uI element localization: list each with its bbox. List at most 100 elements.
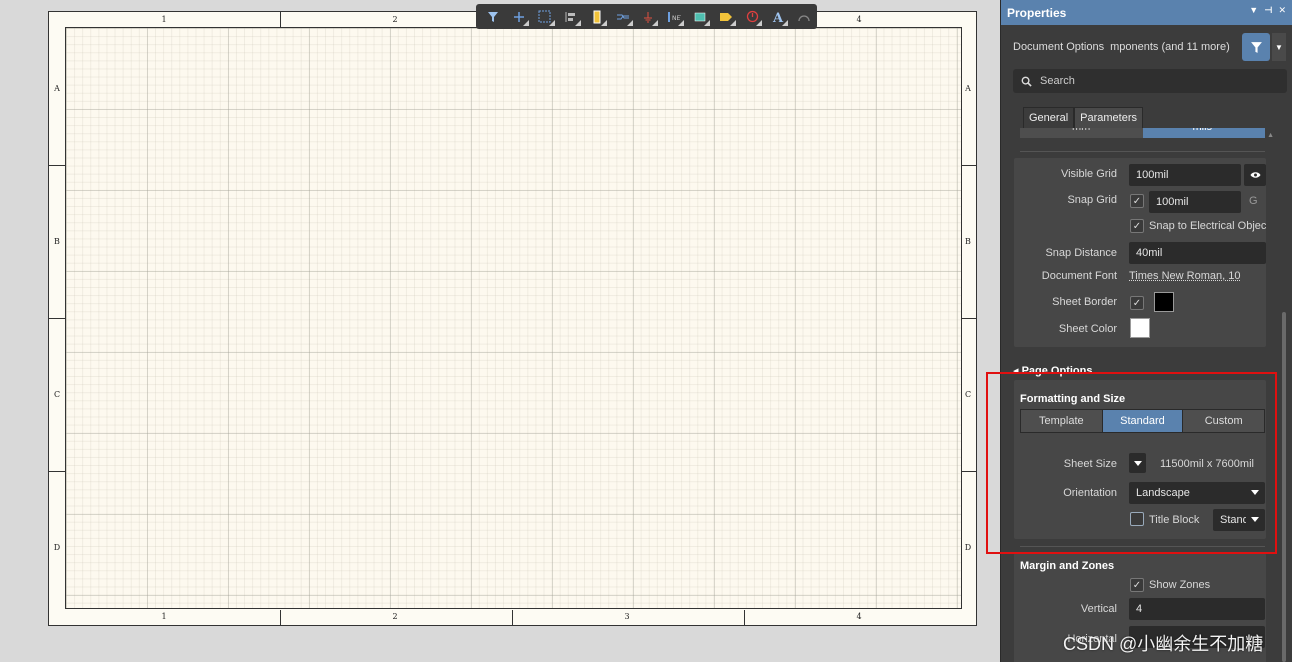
zone-divider xyxy=(49,318,65,319)
zone-label-top-1: 1 xyxy=(161,15,167,24)
search-input[interactable]: Search xyxy=(1013,69,1287,93)
align-icon[interactable] xyxy=(558,4,584,29)
visible-grid-label: Visible Grid xyxy=(1060,168,1117,180)
search-placeholder: Search xyxy=(1040,75,1075,87)
zone-divider xyxy=(512,610,513,625)
show-zones-label: Show Zones xyxy=(1149,579,1211,591)
active-toolbar: NET A xyxy=(476,4,817,29)
sheet-color-label: Sheet Color xyxy=(1058,323,1117,335)
vertical-zones-value: 4 xyxy=(1136,603,1143,615)
no-erc-icon[interactable] xyxy=(739,4,765,29)
vertical-zones-field[interactable]: 4 xyxy=(1129,598,1265,620)
general-tab-content: mm mils Visible Grid 100mil Snap Grid ✓ … xyxy=(1013,128,1269,662)
zone-divider xyxy=(961,471,977,472)
text-icon[interactable]: A xyxy=(765,4,791,29)
units-mils-label: mils xyxy=(1193,128,1213,133)
select-rect-icon[interactable] xyxy=(532,4,558,29)
sheet-size-dropdown[interactable] xyxy=(1129,453,1146,473)
tab-parameters[interactable]: Parameters xyxy=(1074,107,1143,129)
part-icon[interactable] xyxy=(584,4,610,29)
document-font-link[interactable]: Times New Roman, 10 xyxy=(1129,270,1240,282)
format-template-option[interactable]: Template xyxy=(1021,410,1103,432)
orientation-value: Landscape xyxy=(1136,487,1190,499)
snap-electrical-label: Snap to Electrical Object xyxy=(1149,220,1266,232)
format-mode-toggle[interactable]: Template Standard Custom xyxy=(1020,409,1265,433)
snap-grid-label: Snap Grid xyxy=(1067,194,1117,206)
zone-divider xyxy=(280,610,281,625)
arc-icon[interactable] xyxy=(791,4,817,29)
cross-probe-icon[interactable] xyxy=(506,4,532,29)
divider xyxy=(1020,151,1265,152)
panel-title: Properties xyxy=(1007,5,1067,20)
zone-divider xyxy=(49,165,65,166)
snap-electrical-checkbox[interactable]: ✓ xyxy=(1130,219,1144,233)
components-more-label: mponents (and 11 more) xyxy=(1110,41,1230,53)
panel-menu-icon[interactable]: ▼ xyxy=(1249,5,1258,16)
chevron-down-icon xyxy=(1251,517,1259,522)
net-label-icon[interactable] xyxy=(687,4,713,29)
visibility-toggle-button[interactable] xyxy=(1244,164,1266,186)
svg-text:NET: NET xyxy=(672,15,681,22)
zone-label-bottom-3: 3 xyxy=(624,612,630,621)
sheet-border-label: Sheet Border xyxy=(1052,296,1117,308)
visible-grid-field[interactable]: 100mil xyxy=(1129,164,1241,186)
zone-divider xyxy=(961,318,977,319)
snap-grid-field[interactable]: 100mil xyxy=(1149,191,1241,213)
sheet-drawing-area[interactable] xyxy=(65,27,962,609)
show-zones-checkbox[interactable]: ✓ xyxy=(1130,578,1144,592)
units-mm-label: mm xyxy=(1072,128,1090,133)
snap-grid-checkbox[interactable]: ✓ xyxy=(1130,194,1144,208)
zone-label-bottom-4: 4 xyxy=(856,612,862,621)
title-block-label: Title Block xyxy=(1149,514,1200,526)
zone-divider xyxy=(49,471,65,472)
sheet-border-checkbox[interactable]: ✓ xyxy=(1130,296,1144,310)
sheet-size-label: Sheet Size xyxy=(1063,458,1117,470)
pin-icon[interactable]: ⊣ xyxy=(1264,5,1272,16)
units-mils-option[interactable]: mils xyxy=(1142,128,1265,138)
snap-grid-value: 100mil xyxy=(1156,196,1189,208)
filter-button[interactable] xyxy=(1242,33,1270,61)
zone-label-right-a: A xyxy=(965,84,971,93)
snap-distance-field[interactable]: 40mil xyxy=(1129,242,1266,264)
ground-icon[interactable] xyxy=(636,4,662,29)
title-block-checkbox[interactable] xyxy=(1130,512,1144,526)
visible-grid-value: 100mil xyxy=(1136,169,1169,181)
zone-divider xyxy=(280,12,281,27)
chevron-down-icon xyxy=(1134,461,1142,466)
port-icon[interactable] xyxy=(713,4,739,29)
page-options-header[interactable]: ◂ Page Options xyxy=(1013,364,1092,377)
divider xyxy=(1020,546,1265,547)
orientation-select[interactable]: Landscape xyxy=(1129,482,1265,504)
close-icon[interactable]: ✕ xyxy=(1278,5,1286,16)
sheet-border-color-swatch[interactable] xyxy=(1154,292,1174,312)
units-mm-option[interactable]: mm xyxy=(1020,128,1143,138)
schematic-sheet[interactable]: 1 2 3 4 1 2 3 4 A B C D A B C D xyxy=(48,11,977,626)
panel-scrollbar[interactable] xyxy=(1282,312,1286,662)
bus-icon[interactable]: NET xyxy=(661,4,687,29)
format-standard-option[interactable]: Standard xyxy=(1102,410,1184,432)
units-toggle[interactable]: mm mils xyxy=(1020,128,1265,138)
zone-label-top-2: 2 xyxy=(392,15,398,24)
eye-icon xyxy=(1249,172,1261,178)
filter-dropdown-button[interactable]: ▼ xyxy=(1272,33,1286,61)
tab-general[interactable]: General xyxy=(1023,107,1075,129)
sheet-color-swatch[interactable] xyxy=(1130,318,1150,338)
chevron-down-icon xyxy=(1251,490,1259,495)
zone-label-top-4: 4 xyxy=(856,15,862,24)
snap-distance-value: 40mil xyxy=(1136,247,1163,259)
snap-distance-label: Snap Distance xyxy=(1045,247,1117,259)
margin-zones-title: Margin and Zones xyxy=(1020,560,1115,572)
title-block-select[interactable]: Standard xyxy=(1213,509,1265,531)
watermark: CSDN @小幽余生不加糖 xyxy=(1063,634,1264,654)
wire-icon[interactable] xyxy=(610,4,636,29)
document-font-label: Document Font xyxy=(1041,270,1117,282)
format-custom-option[interactable]: Custom xyxy=(1183,410,1264,432)
zone-label-left-c: C xyxy=(53,390,61,399)
filter-icon[interactable] xyxy=(480,4,506,29)
snap-grid-shortcut: G xyxy=(1249,195,1258,207)
schematic-canvas[interactable]: 1 2 3 4 1 2 3 4 A B C D A B C D xyxy=(0,0,1000,662)
panel-header: Properties ▼ ⊣ ✕ xyxy=(1001,0,1292,25)
title-block-value: Standard xyxy=(1220,514,1246,526)
document-options-label: Document Options xyxy=(1013,41,1105,53)
selection-filter-row: Document Options mponents (and 11 more) … xyxy=(1013,33,1286,61)
